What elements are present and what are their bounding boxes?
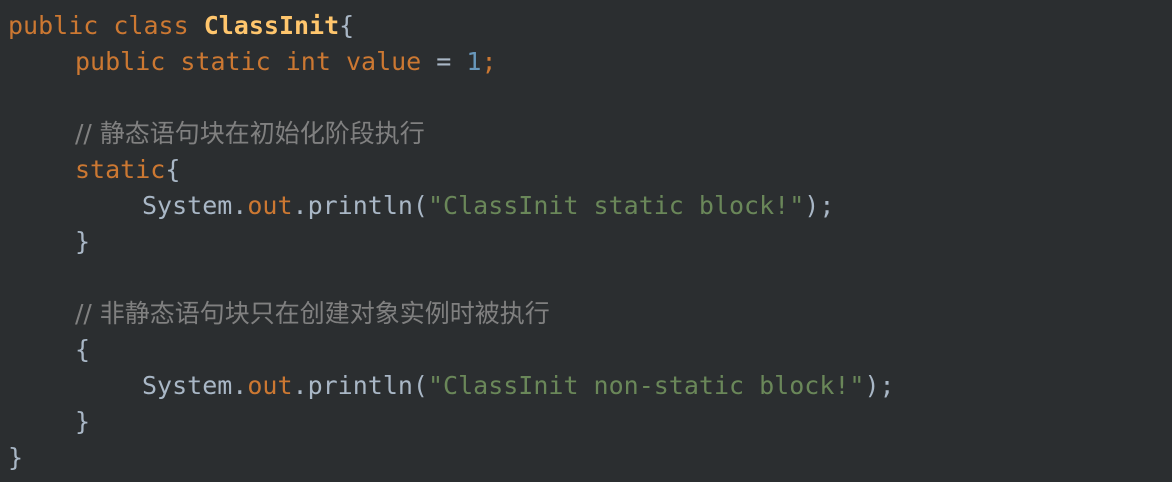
call-end: ); bbox=[804, 191, 835, 220]
system-ref: System. bbox=[142, 191, 248, 220]
system-ref: System. bbox=[142, 371, 248, 400]
class-name: ClassInit bbox=[203, 11, 340, 40]
call-end: ); bbox=[864, 371, 895, 400]
open-brace: { bbox=[165, 155, 181, 184]
assign-operator: = bbox=[436, 47, 452, 76]
code-line-13: } bbox=[8, 440, 1172, 476]
code-line-10: { bbox=[8, 332, 1172, 368]
string-literal: "ClassInit static block!" bbox=[427, 191, 805, 220]
out-field: out bbox=[247, 191, 293, 220]
keyword-static: static bbox=[75, 155, 166, 184]
open-brace: { bbox=[75, 335, 91, 364]
keyword-public: public bbox=[75, 47, 166, 76]
code-line-7: } bbox=[8, 224, 1172, 260]
code-line-9: // 非静态语句块只在创建对象实例时被执行 bbox=[8, 296, 1172, 332]
out-field: out bbox=[247, 371, 293, 400]
code-line-4: // 静态语句块在初始化阶段执行 bbox=[8, 116, 1172, 152]
code-line-8-blank bbox=[8, 260, 1172, 296]
code-line-3-blank bbox=[8, 80, 1172, 116]
println-call: .println( bbox=[292, 371, 428, 400]
code-line-2: public static int value = 1; bbox=[8, 44, 1172, 80]
code-editor[interactable]: public class ClassInit{ public static in… bbox=[0, 0, 1172, 482]
code-line-6: System.out.println("ClassInit static blo… bbox=[8, 188, 1172, 224]
comment-instance-block: // 非静态语句块只在创建对象实例时被执行 bbox=[75, 299, 550, 328]
number-literal: 1 bbox=[466, 47, 482, 76]
open-brace: { bbox=[339, 11, 355, 40]
code-line-1: public class ClassInit{ bbox=[8, 8, 1172, 44]
println-call: .println( bbox=[292, 191, 428, 220]
close-brace: } bbox=[75, 407, 91, 436]
code-line-5: static{ bbox=[8, 152, 1172, 188]
semicolon: ; bbox=[481, 47, 497, 76]
keyword-int: int bbox=[285, 47, 331, 76]
close-brace: } bbox=[8, 443, 24, 472]
string-literal: "ClassInit non-static block!" bbox=[427, 371, 865, 400]
close-brace: } bbox=[75, 227, 91, 256]
code-line-11: System.out.println("ClassInit non-static… bbox=[8, 368, 1172, 404]
field-name: value bbox=[345, 47, 422, 76]
keyword-public: public bbox=[8, 11, 99, 40]
comment-static-block: // 静态语句块在初始化阶段执行 bbox=[75, 119, 425, 148]
code-line-12: } bbox=[8, 404, 1172, 440]
keyword-class: class bbox=[113, 11, 189, 40]
keyword-static: static bbox=[180, 47, 271, 76]
